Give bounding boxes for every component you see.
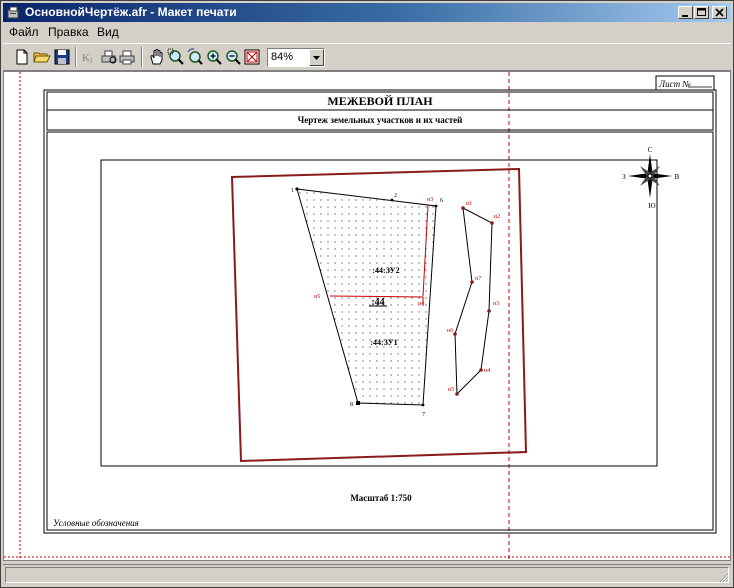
window-title: ОсновнойЧертёж.afr - Макет печати [25, 5, 237, 19]
sheet-subtitle: Чертеж земельных участков и их частей [298, 115, 463, 125]
new-point-n4b: н4 [484, 368, 490, 374]
title-bar: ОсновнойЧертёж.afr - Макет печати [3, 3, 731, 22]
print-icon[interactable] [118, 48, 136, 66]
new-point-n5b: н5 [448, 387, 454, 393]
minimize-icon [682, 15, 688, 17]
resize-grip-icon[interactable] [717, 571, 729, 583]
new-point-n3b: н3 [493, 301, 499, 307]
point-8: 8 [350, 402, 353, 408]
zoom-select[interactable]: 84% [267, 48, 325, 67]
maximize-button[interactable] [694, 6, 709, 19]
new-point-n3: н3 [427, 197, 433, 203]
sheet-number-label: Лист № [658, 79, 691, 89]
menu-edit[interactable]: Правка [48, 25, 89, 39]
menu-bar: Файл Правка Вид [3, 23, 731, 41]
minimize-button[interactable] [678, 6, 693, 19]
menu-view[interactable]: Вид [97, 25, 119, 39]
chevron-down-icon [313, 56, 320, 60]
compass-west: З [622, 173, 626, 181]
part-label-zu1: :44:ЗУ1 [370, 338, 397, 347]
new-point-n5: н5 [314, 294, 320, 300]
new-point-n6: н6 [447, 328, 453, 334]
part-label-zu2: :44:ЗУ2 [372, 266, 399, 275]
zoom-value: 84% [271, 51, 294, 63]
close-icon [715, 8, 724, 17]
app-icon [7, 6, 19, 19]
print-layout-canvas[interactable]: Лист № МЕЖЕВОЙ ПЛАН Чертеж земельных уча… [3, 71, 731, 561]
compass-east: В [675, 173, 680, 181]
toolbar: K3 84% [3, 43, 731, 71]
zoom-area-icon[interactable] [167, 48, 185, 66]
scale-label: Масштаб 1:750 [350, 493, 412, 503]
zoom-in-icon[interactable] [205, 48, 223, 66]
svg-text:3: 3 [89, 57, 93, 65]
maximize-icon [697, 8, 706, 16]
compass-rose-icon [628, 154, 672, 198]
zoom-rotate-icon[interactable] [186, 48, 204, 66]
status-bar [3, 564, 731, 585]
fit-page-icon[interactable] [243, 48, 261, 66]
compass-south: Ю [648, 202, 655, 210]
point-6: 6 [440, 198, 443, 204]
point-7: 7 [422, 412, 425, 418]
new-point-n7: н7 [475, 276, 481, 282]
compass-north: С [648, 146, 653, 154]
sheet-title: МЕЖЕВОЙ ПЛАН [327, 94, 433, 108]
new-point-n2: н2 [494, 214, 500, 220]
save-icon[interactable] [53, 48, 71, 66]
new-point-n4: н4 [418, 301, 424, 307]
point-1: 1 [291, 188, 294, 194]
new-contour[interactable] [454, 207, 493, 396]
print-sheet: Лист № МЕЖЕВОЙ ПЛАН Чертеж земельных уча… [4, 72, 730, 560]
hand-pan-icon[interactable] [148, 48, 166, 66]
toolbar-separator [75, 47, 77, 67]
legend-label: Условные обозначения [53, 518, 139, 528]
new-document-icon[interactable] [13, 48, 31, 66]
parcel-label-44: :44 [371, 297, 384, 308]
zoom-dropdown-button[interactable] [309, 49, 324, 66]
open-folder-icon[interactable] [33, 48, 51, 66]
point-2: 2 [394, 193, 397, 199]
close-button[interactable] [712, 6, 727, 19]
status-panel [5, 567, 729, 583]
new-point-n1: н1 [466, 201, 472, 207]
zoom-out-icon[interactable] [224, 48, 242, 66]
print-preview-icon[interactable] [100, 48, 118, 66]
properties-icon[interactable]: K3 [80, 48, 98, 66]
app-window: ОсновнойЧертёж.afr - Макет печати Файл П… [0, 0, 734, 588]
menu-file[interactable]: Файл [9, 25, 39, 39]
toolbar-separator [141, 47, 143, 67]
